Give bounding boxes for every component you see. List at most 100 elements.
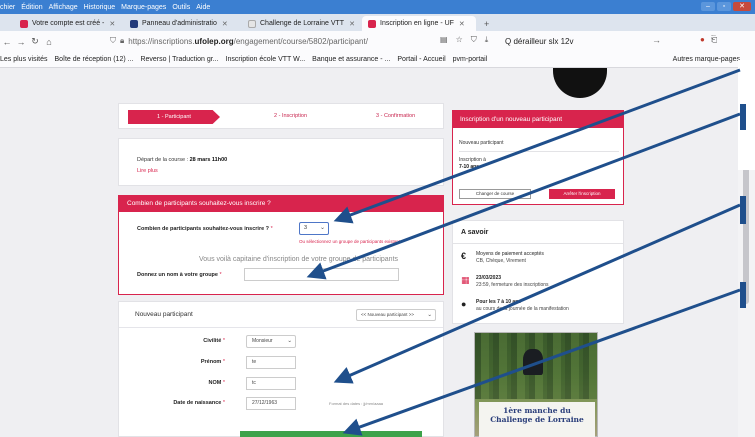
calendar-icon: ▦: [461, 275, 470, 285]
tab-bar: Votre compte est créé - ✕ Panneau d'admi…: [0, 14, 755, 31]
tab-favicon-icon: [130, 19, 138, 28]
stop-registration-button[interactable]: Arrêter l'inscription: [549, 189, 615, 199]
window-controls: – ▫ ✕: [701, 2, 751, 11]
tab-label: Inscription en ligne - UF: [380, 20, 454, 27]
info-title: 23/03/2023: [476, 275, 502, 281]
other-bookmarks[interactable]: Autres marque-pages: [673, 56, 740, 63]
panel-title: A savoir: [461, 229, 489, 236]
menu-outils[interactable]: Outils: [172, 4, 190, 11]
submit-button[interactable]: [240, 431, 422, 437]
home-icon[interactable]: ⌂: [42, 37, 56, 47]
prenom-label: Prénom *: [200, 359, 225, 365]
course-info: Départ de la course : 28 mars 11h00 Lire…: [118, 138, 444, 186]
step-inscription: 2 - Inscription: [274, 113, 308, 119]
panel-header: Nouveau participant << Nouveau participa…: [119, 302, 443, 328]
reader-view-icon[interactable]: ▤: [440, 35, 448, 45]
maximize-icon[interactable]: ▫: [717, 2, 731, 11]
menu-aide[interactable]: Aide: [196, 4, 210, 11]
divider: [453, 243, 623, 244]
bookmark-item[interactable]: Boîte de réception (12) ...: [54, 56, 133, 63]
close-tab-icon[interactable]: ✕: [459, 20, 465, 28]
inscription-label: Inscription à: [459, 157, 486, 163]
step-confirmation: 3 - Confirmation: [376, 113, 416, 119]
bookmark-item[interactable]: Inscription école VTT W...: [226, 56, 306, 63]
civilite-select[interactable]: Monsieur ⌄: [246, 335, 296, 348]
group-name-label: Donnez un nom à votre groupe *: [137, 272, 222, 278]
captain-message: Vous voilà capitaine d'inscription de vo…: [199, 256, 399, 263]
bookmarks-bar: Les plus visités Boîte de réception (12)…: [0, 52, 755, 68]
new-participant-text: Nouveau participant: [459, 140, 504, 146]
group-name-input[interactable]: [244, 268, 399, 281]
bookmark-item[interactable]: Banque et assurance - ...: [312, 56, 390, 63]
panel-header: Combien de participants souhaitez-vous i…: [119, 196, 443, 212]
reload-icon[interactable]: ↻: [28, 36, 42, 47]
age-category: 7-10 ans: [459, 164, 480, 170]
tab-overflow[interactable]: [0, 16, 14, 31]
existing-group-link[interactable]: Ou sélectionnez un groupe de participant…: [299, 239, 400, 244]
prenom-input[interactable]: te: [246, 356, 296, 369]
panel-header: Inscription d'un nouveau participant: [453, 111, 623, 128]
page-content: 1 - Participant 2 - Inscription 3 - Conf…: [0, 68, 755, 437]
bookmark-star-icon[interactable]: ☆: [456, 35, 463, 45]
pocket-icon[interactable]: ⛉: [471, 35, 477, 45]
naissance-input[interactable]: 27/12/1963: [246, 397, 296, 410]
search-input[interactable]: Q dérailleur slx 12v: [505, 34, 675, 48]
panel-title: Nouveau participant: [135, 311, 193, 318]
new-participant-panel: Nouveau participant << Nouveau participa…: [118, 301, 444, 437]
chevron-down-icon: ⌄: [287, 338, 292, 344]
forward-icon[interactable]: →: [14, 37, 28, 47]
page-scrollbar[interactable]: [738, 68, 755, 437]
menu-historique[interactable]: Historique: [84, 4, 116, 11]
participants-count-panel: Combien de participants souhaitez-vous i…: [118, 195, 444, 295]
chevron-down-icon: ⌄: [319, 225, 325, 231]
url-path: /engagement/course/5802/participant/: [233, 36, 368, 46]
nom-input[interactable]: tc: [246, 377, 296, 390]
naissance-row: Date de naissance * 27/12/1963 Format de…: [119, 397, 443, 411]
addon-icon[interactable]: ●: [700, 35, 705, 45]
close-tab-icon[interactable]: ✕: [349, 20, 355, 28]
new-tab-icon[interactable]: +: [476, 16, 497, 31]
bookmark-item[interactable]: Les plus visités: [0, 56, 47, 63]
extensions-icon[interactable]: ⎗: [711, 35, 717, 45]
tab-compte[interactable]: Votre compte est créé - ✕: [14, 16, 124, 31]
event-poster[interactable]: 1ère manche du Challenge de Lorraine: [474, 332, 598, 437]
tab-admin[interactable]: Panneau d'administratio ✕: [124, 16, 242, 31]
nom-row: NOM * tc: [119, 377, 443, 391]
participant-count-select[interactable]: 3 ⌄: [299, 222, 329, 235]
menu-fichier[interactable]: chier: [0, 4, 15, 11]
info-panel: A savoir € Moyens de paiement acceptés C…: [452, 220, 624, 324]
back-icon[interactable]: ←: [0, 37, 14, 47]
download-icon[interactable]: ⤓: [485, 35, 489, 45]
minimize-icon[interactable]: –: [701, 2, 715, 11]
person-icon: ●: [461, 299, 467, 309]
change-course-button[interactable]: Changer de course: [459, 189, 531, 199]
tab-label: Votre compte est créé -: [32, 20, 105, 27]
bookmark-item[interactable]: Portail - Accueil: [397, 56, 445, 63]
close-tab-icon[interactable]: ✕: [222, 20, 228, 28]
date-format-hint: Format des dates : jj/mm/aaaa: [329, 401, 384, 406]
menu-marque-pages[interactable]: Marque-pages: [121, 4, 166, 11]
ufolep-favicon-icon: [368, 19, 376, 28]
tab-challenge[interactable]: Challenge de Lorraine VTT ✕: [242, 16, 362, 31]
url-host: ufolep.org: [194, 36, 234, 46]
participant-select[interactable]: << Nouveau participant >> ⌄: [356, 309, 436, 321]
chevron-down-icon: ⌄: [427, 312, 432, 318]
menu-edition[interactable]: Édition: [21, 4, 42, 11]
poster-line-2: Challenge de Lorraine: [490, 415, 584, 424]
depart-date: 28 mars 11h00: [189, 157, 228, 163]
bookmark-item[interactable]: pvm-portail: [453, 56, 488, 63]
search-go-icon[interactable]: →: [652, 35, 661, 45]
close-tab-icon[interactable]: ✕: [109, 20, 115, 28]
tab-label: Panneau d'administratio: [142, 20, 217, 27]
info-detail: au cours de la journée de la manifestati…: [476, 306, 569, 312]
bookmark-item[interactable]: Reverso | Traduction gr...: [140, 56, 218, 63]
tab-inscription[interactable]: Inscription en ligne - UF ✕: [362, 16, 476, 31]
info-title: Moyens de paiement acceptés: [476, 251, 544, 257]
scrollbar-thumb[interactable]: [743, 74, 749, 304]
url-bar[interactable]: ⛉ 🔒︎ https://inscriptions. ufolep.org/eng…: [110, 34, 480, 48]
civilite-label: Civilité *: [203, 338, 225, 344]
cyclist-image: [523, 349, 543, 375]
close-window-icon[interactable]: ✕: [733, 2, 751, 11]
read-more-link[interactable]: Lire plus: [137, 168, 158, 174]
menu-affichage[interactable]: Affichage: [49, 4, 78, 11]
